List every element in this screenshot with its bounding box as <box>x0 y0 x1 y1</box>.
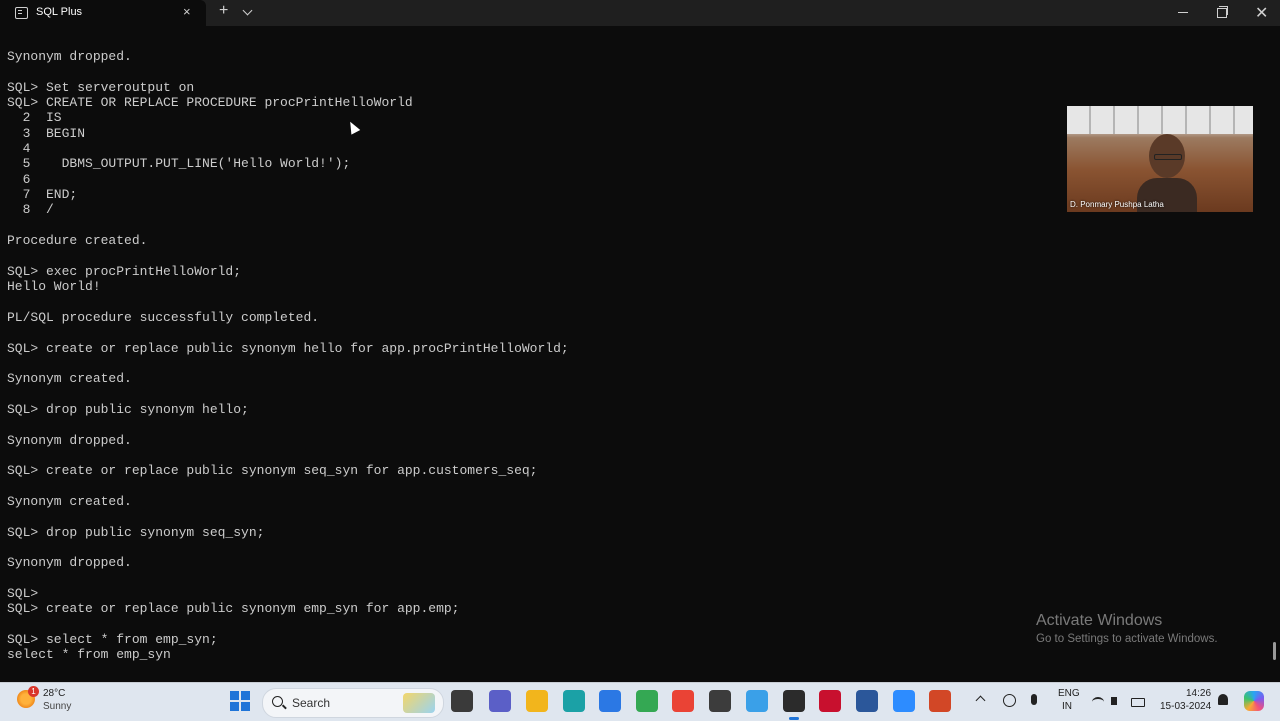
weather-condition: Sunny <box>43 701 72 712</box>
powerpoint-icon[interactable] <box>929 690 951 712</box>
terminal-line: SQL> create or replace public synonym se… <box>7 463 538 479</box>
store-icon[interactable] <box>599 690 621 712</box>
close-window-button[interactable]: ✕ <box>1255 3 1268 23</box>
google-drive-icon[interactable] <box>636 690 658 712</box>
search-label: Search <box>292 696 331 710</box>
terminal-line: 8 / <box>7 202 54 218</box>
new-tab-button[interactable]: + <box>219 2 228 20</box>
mcafee-icon[interactable] <box>819 690 841 712</box>
terminal-line: SQL> <box>7 586 39 602</box>
webcam-overlay: D. Ponmary Pushpa Latha <box>1067 106 1253 212</box>
wifi-icon[interactable] <box>1092 697 1104 707</box>
watermark-subtitle: Go to Settings to activate Windows. <box>1036 633 1218 645</box>
scrollbar[interactable] <box>1273 642 1276 660</box>
terminal-line: SQL> exec procPrintHelloWorld; <box>7 263 242 279</box>
terminal-line: SQL> create or replace public synonym he… <box>7 340 569 356</box>
taskbar: 1 28°C Sunny Search ENG IN 14:26 15-03-2… <box>0 682 1280 721</box>
activation-watermark: Activate Windows Go to Settings to activ… <box>1036 611 1218 647</box>
terminal-line: SQL> select * from emp_syn; <box>7 632 218 648</box>
language-indicator[interactable]: ENG <box>1058 688 1080 699</box>
microphone-icon[interactable] <box>1031 694 1037 705</box>
sticky-notes-icon[interactable] <box>709 690 731 712</box>
zoom-icon[interactable] <box>893 690 915 712</box>
clock-date[interactable]: 15-03-2024 <box>1160 701 1211 712</box>
terminal-line: 5 DBMS_OUTPUT.PUT_LINE('Hello World!'); <box>7 156 351 172</box>
copilot-icon[interactable] <box>1244 691 1264 711</box>
notification-bell-icon[interactable] <box>1218 694 1228 705</box>
region-indicator[interactable]: IN <box>1062 701 1072 712</box>
terminal-icon[interactable] <box>783 690 805 720</box>
terminal-line: 4 <box>7 141 31 157</box>
minimize-button[interactable] <box>1178 12 1188 13</box>
terminal-line: PL/SQL procedure successfully completed. <box>7 309 320 325</box>
terminal-line: 2 IS <box>7 110 62 126</box>
terminal-line: Hello World! <box>7 279 101 295</box>
chevron-down-icon[interactable] <box>242 5 253 16</box>
terminal-tab-icon <box>15 7 28 19</box>
start-button[interactable] <box>230 691 250 711</box>
terminal-line: SQL> drop public synonym hello; <box>7 401 249 417</box>
terminal-line: Synonym created. <box>7 371 132 387</box>
weather-temperature: 28°C <box>43 688 66 699</box>
battery-icon[interactable] <box>1131 698 1145 707</box>
terminal-line: 7 END; <box>7 187 78 203</box>
restore-button[interactable] <box>1217 6 1228 18</box>
close-tab-icon[interactable]: × <box>183 4 191 19</box>
title-bar: SQL Plus × + ✕ <box>0 0 1280 26</box>
task-view-icon[interactable] <box>451 690 473 712</box>
tab-title: SQL Plus <box>36 6 83 18</box>
teams-chat-icon[interactable] <box>489 690 511 712</box>
notepad-icon[interactable] <box>746 690 768 712</box>
volume-icon[interactable] <box>1111 697 1117 705</box>
terminal-line: SQL> create or replace public synonym em… <box>7 601 460 617</box>
clock-time[interactable]: 14:26 <box>1186 688 1211 699</box>
terminal-line: Synonym dropped. <box>7 49 132 64</box>
search-icon <box>272 696 283 707</box>
chrome-icon[interactable] <box>672 690 694 712</box>
terminal-line: 3 BEGIN <box>7 125 86 141</box>
edge-icon[interactable] <box>563 690 585 712</box>
taskbar-search[interactable]: Search <box>262 688 444 718</box>
terminal-line: Procedure created. <box>7 233 148 249</box>
terminal-line: Synonym created. <box>7 493 132 509</box>
watermark-title: Activate Windows <box>1036 612 1163 629</box>
terminal-line: Synonym dropped. <box>7 555 132 571</box>
tab-sql-plus[interactable]: SQL Plus × <box>0 0 206 26</box>
terminal-line: 6 <box>7 171 31 187</box>
terminal-line: SQL> drop public synonym seq_syn; <box>7 524 265 540</box>
terminal-lines: Synonym dropped. SQL> Set serveroutput on… <box>7 49 569 663</box>
terminal-line: select * from emp_syn <box>7 647 171 663</box>
notification-badge: 1 <box>28 686 39 697</box>
file-explorer-icon[interactable] <box>526 690 548 712</box>
terminal-line: Synonym dropped. <box>7 432 132 448</box>
terminal-line: SQL> Set serveroutput on <box>7 79 195 95</box>
sync-icon[interactable] <box>1003 694 1016 707</box>
terminal-line: SQL> CREATE OR REPLACE PROCEDURE procPri… <box>7 95 413 111</box>
show-hidden-icons[interactable] <box>975 695 986 706</box>
search-highlight-art <box>403 693 435 713</box>
word-icon[interactable] <box>856 690 878 712</box>
presenter-name: D. Ponmary Pushpa Latha <box>1070 200 1164 209</box>
